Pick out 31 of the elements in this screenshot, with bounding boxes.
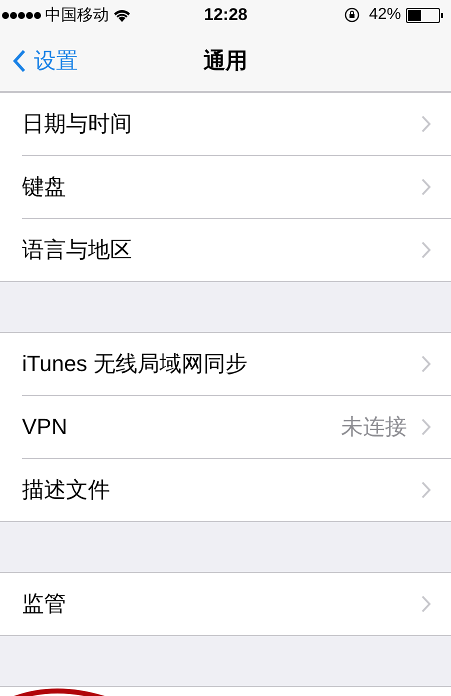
row-label: 监管 [22, 590, 66, 618]
wifi-icon [113, 8, 131, 22]
settings-row[interactable]: iTunes 无线局域网同步 [22, 333, 451, 396]
battery-icon [406, 8, 440, 22]
settings-row[interactable]: 键盘 [22, 156, 451, 219]
chevron-icon [421, 178, 431, 196]
row-value: 未连接 [341, 413, 407, 441]
chevron-icon [421, 115, 431, 133]
settings-row[interactable]: 日期与时间 [22, 93, 451, 156]
row-label: 日期与时间 [22, 110, 132, 138]
rotation-lock-icon [344, 7, 360, 23]
chevron-icon [421, 595, 431, 613]
chevron-icon [421, 481, 431, 499]
row-label: 语言与地区 [22, 236, 132, 264]
chevron-icon [421, 355, 431, 373]
row-label: 描述文件 [22, 476, 110, 504]
back-button[interactable]: 设置 [0, 46, 78, 76]
back-chevron-icon [12, 48, 26, 72]
settings-row[interactable]: VPN 未连接 [22, 396, 451, 459]
chevron-icon [421, 418, 431, 436]
row-label: VPN [22, 414, 68, 440]
chevron-icon [421, 241, 431, 259]
row-label: 键盘 [22, 173, 66, 201]
settings-row[interactable]: 语言与地区 [22, 219, 451, 281]
page-title: 通用 [204, 46, 248, 74]
clock-time: 12:28 [204, 5, 248, 25]
settings-row[interactable]: 描述文件 [22, 459, 451, 521]
row-label: iTunes 无线局域网同步 [22, 350, 248, 378]
carrier-name: 中国移动 [45, 6, 109, 26]
battery-percent: 42% [368, 6, 401, 24]
signal-icon [2, 12, 41, 18]
